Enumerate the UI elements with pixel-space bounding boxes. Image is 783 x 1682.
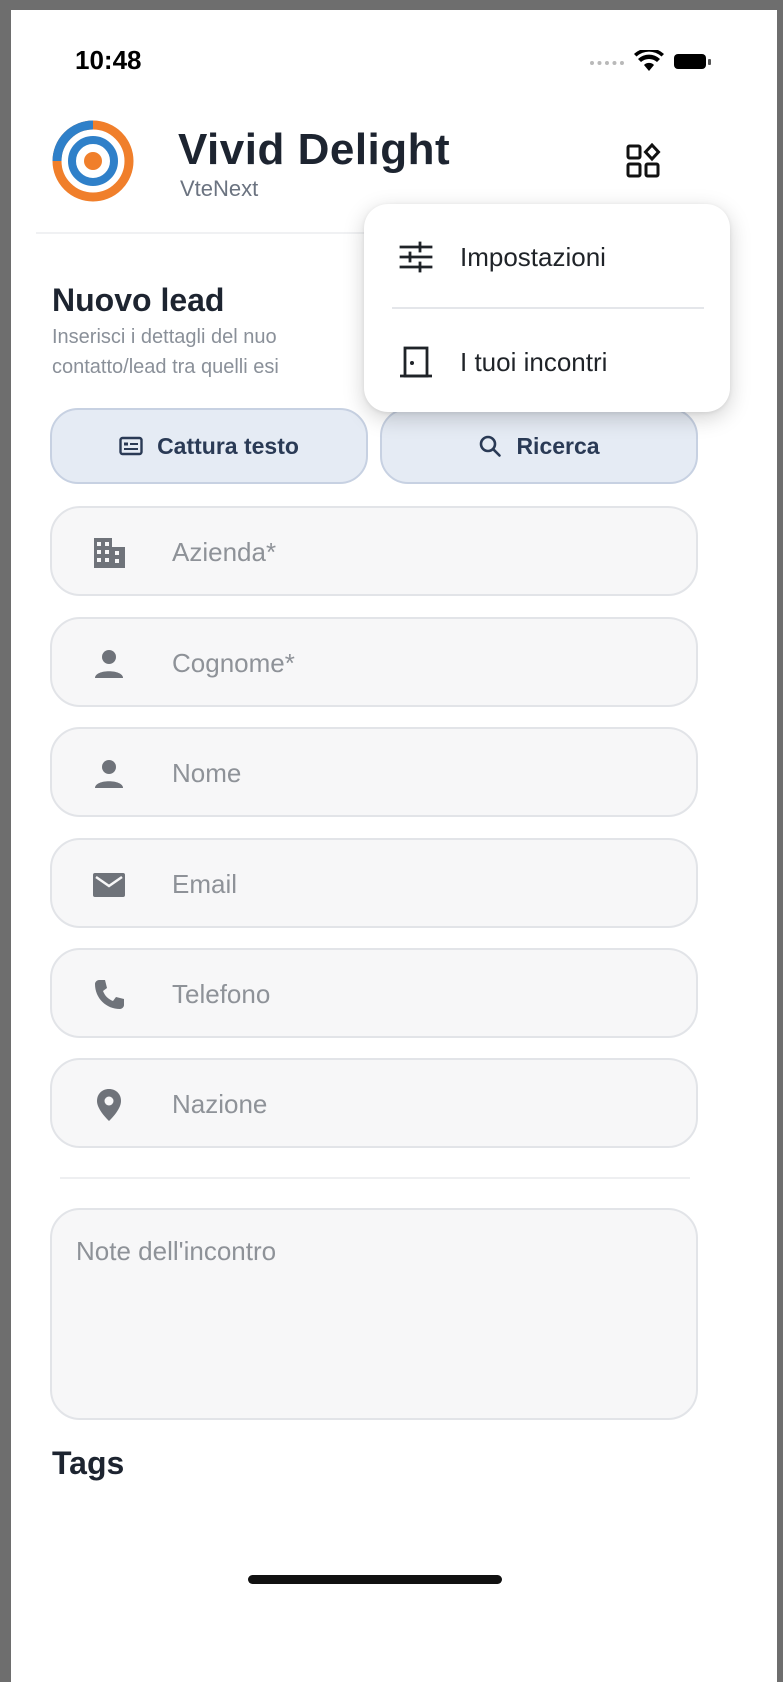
menu-item-label: Impostazioni <box>460 241 606 272</box>
person-icon <box>95 650 123 678</box>
menu-item-label: I tuoi incontri <box>460 346 608 377</box>
company-input[interactable] <box>170 508 674 596</box>
device-frame-right <box>777 0 783 1682</box>
meeting-notes-field[interactable] <box>50 1208 698 1420</box>
person-icon <box>95 760 123 788</box>
menu-item-meetings[interactable]: I tuoi incontri <box>364 312 730 412</box>
search-button[interactable]: Ricerca <box>380 408 698 484</box>
company-field[interactable] <box>50 506 698 596</box>
app-subtitle: VteNext <box>180 176 259 201</box>
capture-text-button[interactable]: Cattura testo <box>50 408 368 484</box>
wifi-icon <box>634 50 664 71</box>
email-input[interactable] <box>170 840 674 928</box>
section-description-line: contatto/lead tra quelli esi <box>52 356 279 378</box>
id-card-icon <box>119 436 143 456</box>
signal-icon <box>590 61 624 69</box>
app-title: Vivid Delight <box>178 125 451 174</box>
capture-text-label: Cattura testo <box>157 432 299 459</box>
app-logo-icon <box>52 120 134 202</box>
overflow-menu: Impostazioni I tuoi incontri <box>364 204 730 412</box>
country-input[interactable] <box>170 1060 674 1148</box>
section-description: Inserisci i dettagli del nuo contatto/le… <box>52 322 372 382</box>
country-field[interactable] <box>50 1058 698 1148</box>
device-frame-left <box>0 0 11 1682</box>
section-description-line: Inserisci i dettagli del nuo <box>52 326 277 348</box>
mail-icon <box>93 873 125 897</box>
phone-input[interactable] <box>170 950 674 1038</box>
sliders-icon <box>399 241 433 273</box>
section-title: Nuovo lead <box>52 282 225 318</box>
menu-divider <box>392 307 704 309</box>
meeting-notes-input[interactable] <box>74 1234 678 1408</box>
battery-icon <box>674 53 711 69</box>
header-divider <box>36 232 376 234</box>
building-icon <box>94 538 125 568</box>
email-field[interactable] <box>50 838 698 928</box>
menu-item-settings[interactable]: Impostazioni <box>364 207 730 307</box>
form-divider <box>60 1177 690 1179</box>
status-icons <box>590 50 711 72</box>
status-time: 10:48 <box>75 45 142 75</box>
name-input[interactable] <box>170 729 674 817</box>
search-label: Ricerca <box>516 432 600 459</box>
phone-icon <box>95 980 124 1009</box>
phone-field[interactable] <box>50 948 698 1038</box>
apps-menu-icon[interactable] <box>625 143 661 179</box>
location-pin-icon <box>97 1089 121 1121</box>
surname-input[interactable] <box>170 619 674 707</box>
door-icon <box>400 346 432 378</box>
search-icon <box>480 435 502 457</box>
tags-title: Tags <box>52 1445 125 1481</box>
device-frame-top <box>0 0 783 10</box>
surname-field[interactable] <box>50 617 698 707</box>
home-indicator[interactable] <box>248 1575 502 1584</box>
name-field[interactable] <box>50 727 698 817</box>
